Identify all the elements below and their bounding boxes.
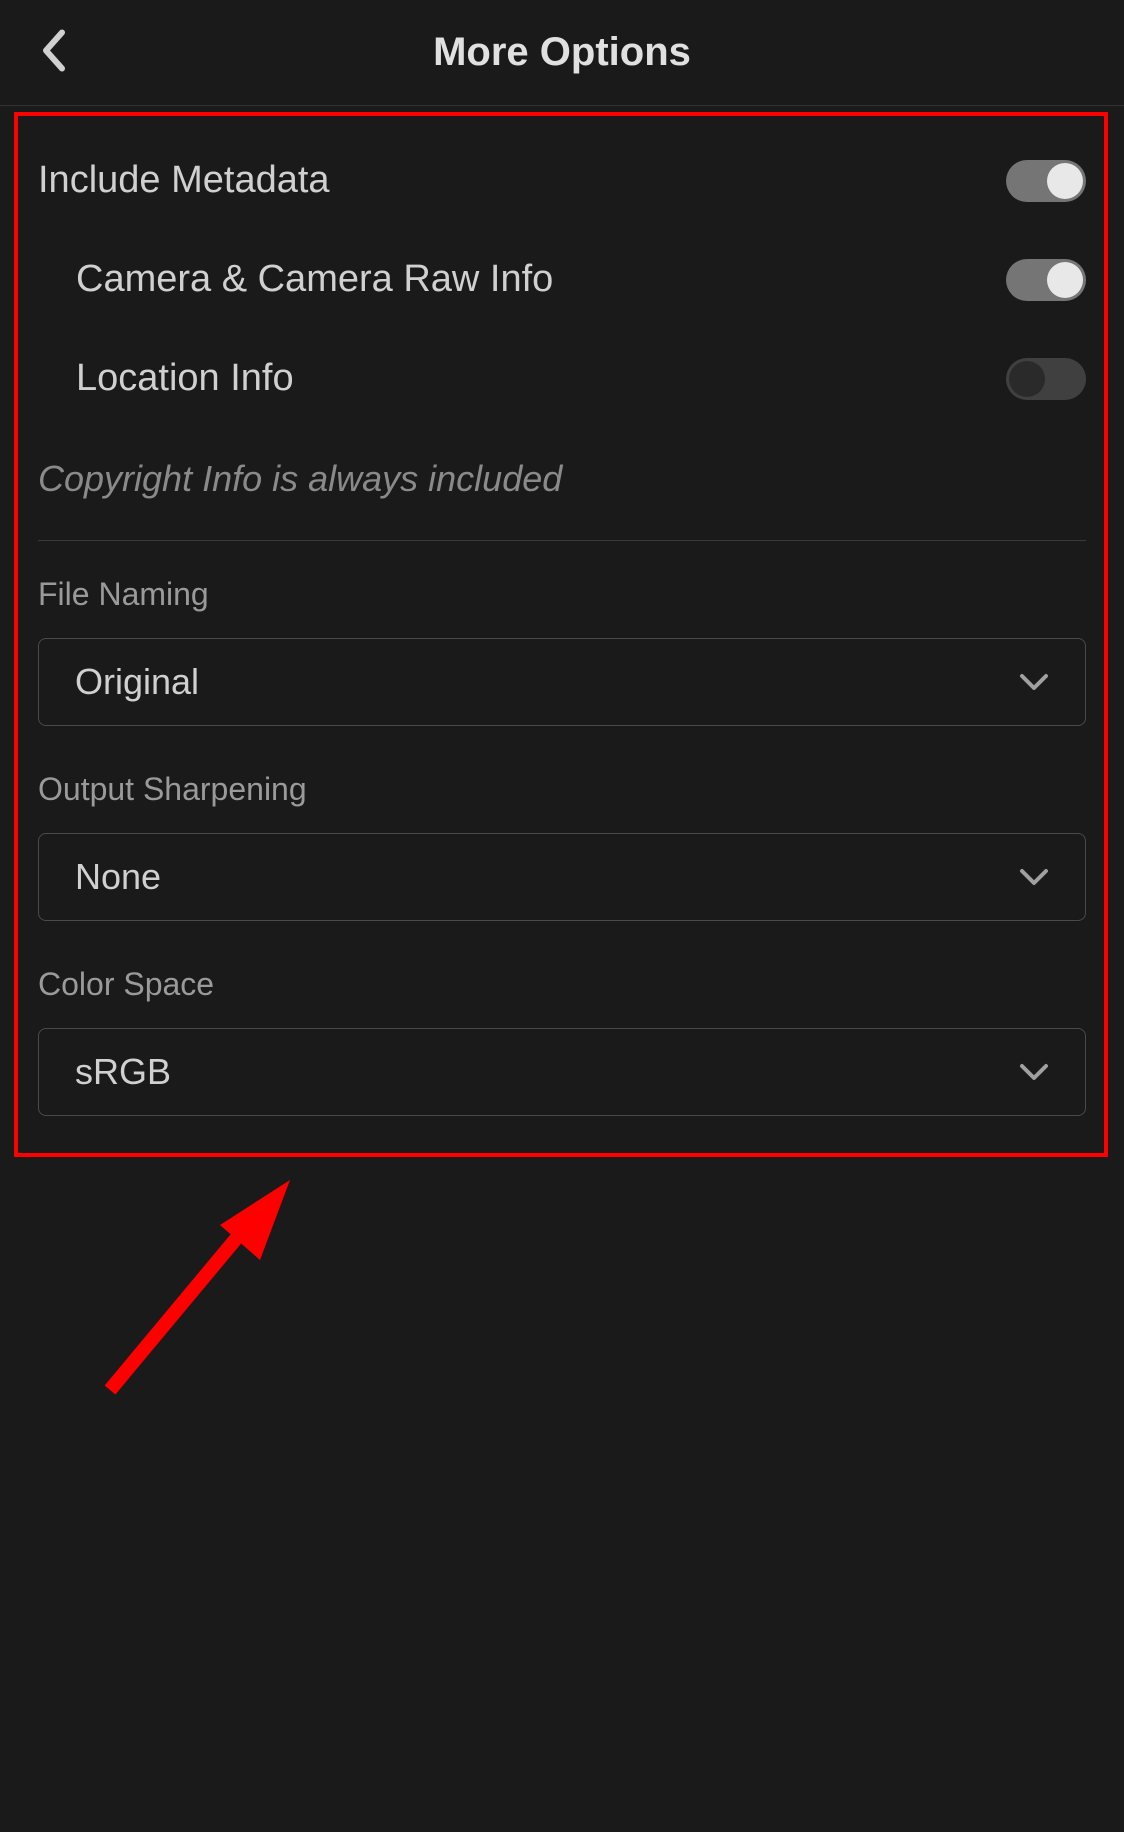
divider	[38, 540, 1086, 541]
color-space-label: Color Space	[38, 966, 1086, 1003]
include-metadata-toggle[interactable]	[1006, 160, 1086, 202]
camera-info-row: Camera & Camera Raw Info	[38, 230, 1086, 329]
chevron-down-icon	[1019, 1063, 1049, 1081]
file-naming-group: File Naming Original	[38, 576, 1086, 726]
color-space-value: sRGB	[75, 1051, 171, 1093]
color-space-select[interactable]: sRGB	[38, 1028, 1086, 1116]
page-title: More Options	[40, 30, 1084, 75]
annotation-arrow-icon	[95, 1175, 305, 1405]
file-naming-value: Original	[75, 661, 199, 703]
output-sharpening-label: Output Sharpening	[38, 771, 1086, 808]
location-info-row: Location Info	[38, 329, 1086, 428]
toggle-knob	[1009, 361, 1045, 397]
header-bar: More Options	[0, 0, 1124, 106]
file-naming-select[interactable]: Original	[38, 638, 1086, 726]
include-metadata-label: Include Metadata	[38, 159, 330, 202]
chevron-left-icon	[40, 28, 68, 72]
camera-info-label: Camera & Camera Raw Info	[76, 258, 553, 301]
color-space-group: Color Space sRGB	[38, 966, 1086, 1116]
back-button[interactable]	[40, 28, 68, 77]
camera-info-toggle[interactable]	[1006, 259, 1086, 301]
output-sharpening-value: None	[75, 856, 161, 898]
output-sharpening-select[interactable]: None	[38, 833, 1086, 921]
content-area: Include Metadata Camera & Camera Raw Inf…	[0, 106, 1124, 1116]
location-info-label: Location Info	[76, 357, 294, 400]
location-info-toggle[interactable]	[1006, 358, 1086, 400]
file-naming-label: File Naming	[38, 576, 1086, 613]
chevron-down-icon	[1019, 868, 1049, 886]
output-sharpening-group: Output Sharpening None	[38, 771, 1086, 921]
toggle-knob	[1047, 262, 1083, 298]
copyright-note: Copyright Info is always included	[38, 428, 1086, 540]
chevron-down-icon	[1019, 673, 1049, 691]
include-metadata-row: Include Metadata	[38, 131, 1086, 230]
toggle-knob	[1047, 163, 1083, 199]
